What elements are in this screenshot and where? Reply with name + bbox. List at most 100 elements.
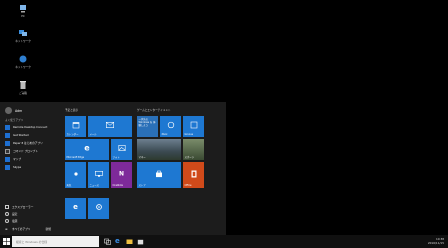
get-started-icon xyxy=(5,132,10,138)
tile-edge[interactable]: e Microsoft Edge xyxy=(65,139,109,160)
tile-office[interactable]: Office xyxy=(183,162,204,188)
tile-label: スポーツ xyxy=(184,156,195,159)
tile-label: メール xyxy=(89,133,97,136)
system-tray[interactable]: 10:38 2016/11/15 xyxy=(428,237,444,245)
pc-icon xyxy=(20,5,26,13)
app-label: Get Started xyxy=(13,133,29,137)
app-label: コマンド プロンプト xyxy=(13,149,38,153)
search-box[interactable]: 検索と Windows の仕様 xyxy=(12,236,99,247)
new-badge: 新規 xyxy=(45,227,51,231)
tile-xbox[interactable]: Xbox xyxy=(160,116,181,137)
tile-settings-small[interactable] xyxy=(88,198,109,219)
avatar xyxy=(5,107,12,114)
promo-text: 一歩先の Windows を 体験しよう xyxy=(138,118,156,127)
tile-label: ニュース xyxy=(89,184,99,187)
skype-icon xyxy=(5,164,10,170)
taskbar: 検索と Windows の仕様 e 10:38 2016/11/15 xyxy=(0,235,448,248)
store-icon xyxy=(156,170,162,177)
desktop-icon-network2[interactable]: ネットワーク xyxy=(11,54,35,69)
desktop-icon-label: ごみ箱 xyxy=(19,92,27,95)
tile-label: ストア xyxy=(138,184,146,187)
task-view-icon[interactable] xyxy=(104,238,111,245)
desktop-icon-pc[interactable]: PC xyxy=(11,4,35,18)
desktop-icon-label: ネットワーク xyxy=(15,66,31,69)
tile-label: Xbox xyxy=(161,133,168,136)
folder-icon xyxy=(5,205,9,209)
list-icon: ≡ xyxy=(5,227,8,231)
sys-label: 電源 xyxy=(12,219,18,223)
tile-label: フォト xyxy=(112,156,120,159)
maps-icon xyxy=(5,156,10,162)
app-item-paper[interactable]: Paper 8 はじめのアプリ xyxy=(5,140,43,146)
sys-label: 設定 xyxy=(12,212,18,216)
tile-group-title-1: 予定と表示 xyxy=(65,109,78,112)
network-icon xyxy=(19,55,27,63)
tile-groove[interactable]: Groove xyxy=(183,116,204,137)
tile-promo[interactable]: 一歩先の Windows を 体験しよう xyxy=(137,116,158,137)
app-item-remote-desktop[interactable]: Remote Desktop Connect xyxy=(5,124,47,130)
app-label: Skype xyxy=(13,165,22,169)
tile-label: OneNote xyxy=(112,184,124,187)
explorer-item[interactable]: エクスプローラー xyxy=(5,205,33,209)
app-item-command-prompt[interactable]: コマンド プロンプト xyxy=(5,148,38,154)
paper-icon xyxy=(5,140,10,146)
tile-edge-small[interactable]: e xyxy=(65,198,86,219)
user-account[interactable]: Adm xyxy=(5,107,22,114)
mail-icon xyxy=(106,122,114,129)
edge-taskbar-icon[interactable]: e xyxy=(115,238,122,245)
remote-desktop-icon xyxy=(5,124,10,130)
tile-money[interactable]: マネー xyxy=(137,139,181,160)
tile-label: Groove xyxy=(184,133,194,136)
office-icon xyxy=(191,170,196,178)
tile-label: マネー xyxy=(138,156,146,159)
desktop-icon-label: PC xyxy=(21,15,25,18)
recycle-bin-icon xyxy=(20,81,26,89)
user-name: Adm xyxy=(15,108,23,113)
start-menu: Adm よく使うアプリ Remote Desktop Connect Get S… xyxy=(0,102,226,235)
power-item[interactable]: 電源 xyxy=(5,219,17,223)
app-item-get-started[interactable]: Get Started xyxy=(5,132,29,138)
calendar-icon xyxy=(72,122,79,129)
onenote-icon: N xyxy=(118,170,125,178)
tile-weather[interactable]: 天気 xyxy=(65,162,86,188)
start-left-column: Adm よく使うアプリ Remote Desktop Connect Get S… xyxy=(0,102,60,235)
tile-calendar[interactable]: カレンダー xyxy=(65,116,86,137)
network-icon xyxy=(19,30,27,36)
tile-label: 天気 xyxy=(66,184,72,187)
app-item-skype[interactable]: Skype xyxy=(5,164,21,170)
photos-icon xyxy=(118,145,125,152)
tile-label: Microsoft Edge xyxy=(66,156,85,159)
store-taskbar-icon[interactable] xyxy=(137,238,144,245)
groove-icon xyxy=(190,122,197,129)
settings-item[interactable]: 設定 xyxy=(5,212,17,216)
edge-icon: e xyxy=(73,203,78,212)
gear-icon xyxy=(95,204,102,211)
tile-group-title-2: ゲームとエンターテイメント xyxy=(137,109,171,112)
tile-mail[interactable]: メール xyxy=(88,116,132,137)
all-apps-item[interactable]: ≡ すべてのアプリ 新規 xyxy=(5,227,51,231)
tile-label: Office xyxy=(184,184,192,187)
desktop-icon-network[interactable]: ネットワーク xyxy=(11,28,35,43)
command-prompt-icon xyxy=(5,148,10,154)
desktop-icon-label: ネットワーク xyxy=(15,40,31,43)
tray-date: 2016/11/15 xyxy=(427,241,444,245)
folder-icon[interactable] xyxy=(126,238,133,245)
tile-photos[interactable]: フォト xyxy=(111,139,132,160)
xbox-icon xyxy=(167,122,174,129)
app-label: Paper 8 はじめのアプリ xyxy=(13,141,43,145)
windows-start-icon[interactable] xyxy=(3,238,10,245)
news-icon xyxy=(94,170,103,177)
sys-label: エクスプローラー xyxy=(12,205,34,209)
power-icon xyxy=(5,219,9,223)
tile-onenote[interactable]: N OneNote xyxy=(111,162,132,188)
tile-label: カレンダー xyxy=(66,133,79,136)
app-item-maps[interactable]: マップ xyxy=(5,156,21,162)
edge-icon: e xyxy=(84,143,90,153)
tile-store[interactable]: ストア xyxy=(137,162,181,188)
desktop-icon-recycle-bin[interactable]: ごみ箱 xyxy=(11,80,35,95)
tile-news[interactable]: ニュース xyxy=(88,162,109,188)
search-placeholder: 検索と Windows の仕様 xyxy=(16,239,48,244)
most-used-title: よく使うアプリ xyxy=(5,119,24,122)
tile-sports[interactable]: スポーツ xyxy=(183,139,204,160)
gear-icon xyxy=(5,212,9,216)
